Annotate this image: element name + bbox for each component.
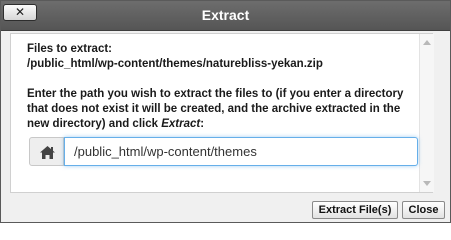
extract-files-button[interactable]: Extract File(s) <box>312 201 398 219</box>
home-icon <box>40 146 55 159</box>
close-dialog-button[interactable]: Close <box>402 201 445 219</box>
dialog-title: Extract <box>201 7 250 23</box>
extract-dialog: ✕ Extract Files to extract: /public_html… <box>0 0 451 223</box>
instructions-prefix: Enter the path you wish to extract the f… <box>27 88 404 130</box>
dialog-titlebar: ✕ Extract <box>1 1 450 31</box>
instructions-text: Enter the path you wish to extract the f… <box>27 87 419 132</box>
files-to-extract-label: Files to extract: <box>27 43 112 55</box>
instructions-suffix: : <box>200 118 205 130</box>
scroll-down-icon[interactable] <box>423 181 431 186</box>
archive-path: /public_html/wp-content/themes/naturebli… <box>27 58 323 70</box>
scroll-up-icon[interactable] <box>423 40 431 45</box>
content-scrollbar[interactable] <box>419 34 434 192</box>
path-input-group <box>29 137 418 166</box>
home-addon <box>29 137 64 166</box>
extract-path-input[interactable] <box>64 137 418 166</box>
instructions-emphasis: Extract <box>161 118 201 130</box>
